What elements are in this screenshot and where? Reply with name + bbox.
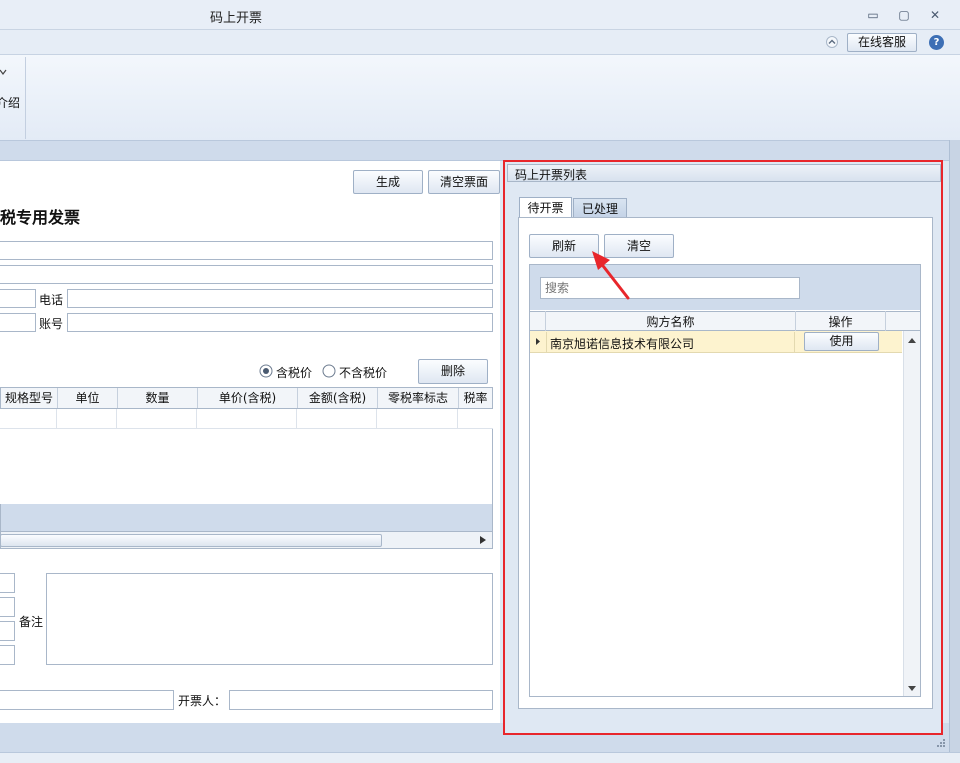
items-grid-header: 规格型号 单位 数量 单价(含税) 金额(含税) 零税率标志 税率 xyxy=(0,387,493,409)
chevron-up-icon[interactable] xyxy=(825,36,839,48)
scroll-right-icon[interactable] xyxy=(479,535,487,545)
column-tax-rate[interactable]: 税率 xyxy=(459,388,492,408)
scroll-up-icon[interactable] xyxy=(907,337,917,344)
window-title: 码上开票 xyxy=(209,11,262,26)
clear-invoice-button[interactable]: 清空票面 xyxy=(428,170,500,194)
buyer-name-value[interactable]: 南京旭诺信息技术有限公司 xyxy=(550,335,694,352)
cell[interactable] xyxy=(117,409,197,428)
column-quantity[interactable]: 数量 xyxy=(118,388,198,408)
items-grid-body xyxy=(0,429,493,504)
column-amount[interactable]: 金额(含税) xyxy=(298,388,378,408)
column-spec[interactable]: 规格型号 xyxy=(1,388,58,408)
vertical-scrollbar[interactable] xyxy=(903,331,920,696)
phone-label: 电话 xyxy=(39,293,64,307)
drawer-field[interactable] xyxy=(229,690,493,710)
seller-taxid-field[interactable] xyxy=(0,597,15,617)
invoice-title: 税专用发票 xyxy=(0,208,81,227)
seller-name-field[interactable] xyxy=(0,573,15,593)
delete-button[interactable]: 删除 xyxy=(418,359,488,384)
column-action[interactable]: 操作 xyxy=(796,313,885,330)
panel-title: 码上开票列表 xyxy=(515,168,588,182)
row-pointer-icon xyxy=(536,338,540,345)
remark-textarea[interactable] xyxy=(46,573,493,665)
buyer-address-field[interactable] xyxy=(0,289,36,308)
column-unit-price[interactable]: 单价(含税) xyxy=(198,388,298,408)
tax-excluded-radio[interactable] xyxy=(322,364,336,378)
items-grid-footer xyxy=(0,504,493,532)
scrollbar-thumb[interactable] xyxy=(0,534,382,547)
ribbon xyxy=(0,55,960,141)
phone-field[interactable] xyxy=(67,289,493,308)
seller-bank-field[interactable] xyxy=(0,645,15,665)
tax-included-label[interactable]: 含税价 xyxy=(276,364,312,381)
cell[interactable] xyxy=(197,409,297,428)
cell[interactable] xyxy=(57,409,117,428)
close-icon[interactable]: ✕ xyxy=(924,6,946,24)
cell[interactable] xyxy=(0,409,57,428)
dropdown-icon[interactable] xyxy=(0,68,8,78)
scroll-down-icon[interactable] xyxy=(907,685,917,692)
column-divider xyxy=(885,311,886,331)
drawer-label: 开票人： xyxy=(178,694,227,708)
account-field[interactable] xyxy=(67,313,493,332)
seller-address-field[interactable] xyxy=(0,621,15,641)
tab-processed[interactable]: 已处理 xyxy=(573,198,627,218)
buyer-taxid-field[interactable] xyxy=(0,265,493,284)
status-bar xyxy=(0,752,960,763)
ribbon-separator xyxy=(25,57,26,139)
tax-included-radio[interactable] xyxy=(259,364,273,378)
restore-icon[interactable]: ▢ xyxy=(893,6,915,24)
tab-pending[interactable]: 待开票 xyxy=(519,197,572,218)
generate-button[interactable]: 生成 xyxy=(353,170,423,194)
help-icon[interactable]: ? xyxy=(929,35,944,50)
buyer-name-field[interactable] xyxy=(0,241,493,260)
column-buyer-name[interactable]: 购方名称 xyxy=(546,313,795,330)
account-label: 账号 xyxy=(39,317,64,331)
remark-label: 备注 xyxy=(19,615,44,629)
ribbon-intro-label[interactable]: 介绍 xyxy=(0,94,20,111)
use-button[interactable]: 使用 xyxy=(804,332,879,351)
minimize-icon[interactable]: ▭ xyxy=(862,6,884,24)
annotation-arrow-icon xyxy=(592,251,630,300)
online-service-button[interactable]: 在线客服 xyxy=(847,33,917,52)
items-grid-row[interactable] xyxy=(0,409,493,429)
row-indicator-header xyxy=(530,311,546,331)
reviewer-field[interactable] xyxy=(0,690,174,710)
window-edge xyxy=(949,140,960,752)
cell[interactable] xyxy=(377,409,458,428)
cell[interactable] xyxy=(297,409,377,428)
column-unit[interactable]: 单位 xyxy=(58,388,118,408)
bank-field[interactable] xyxy=(0,313,36,332)
tax-excluded-label[interactable]: 不含税价 xyxy=(339,364,387,381)
search-input[interactable] xyxy=(540,277,800,299)
resize-grip-icon[interactable] xyxy=(934,738,946,750)
section-strip xyxy=(0,141,960,161)
menu-bar xyxy=(0,30,960,55)
column-zero-rate[interactable]: 零税率标志 xyxy=(378,388,459,408)
